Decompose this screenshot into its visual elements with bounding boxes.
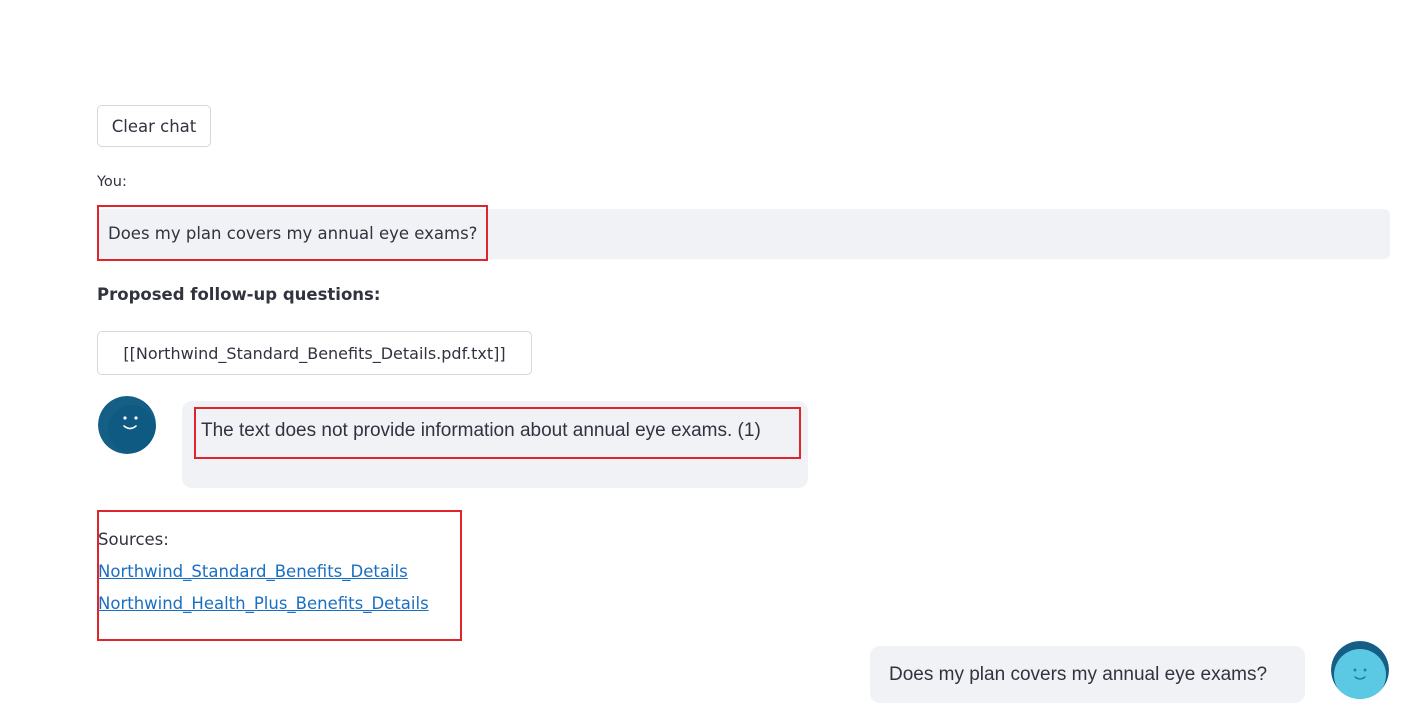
followup-questions-title: Proposed follow-up questions:: [97, 285, 381, 304]
bot-message-text: The text does not provide information ab…: [201, 420, 761, 441]
clear-chat-button[interactable]: Clear chat: [97, 105, 211, 147]
bot-message-bubble: [182, 401, 808, 488]
user-avatar-icon: [1331, 641, 1389, 699]
source-link-health-plus[interactable]: Northwind_Health_Plus_Benefits_Details: [98, 594, 429, 613]
bot-avatar-icon: [98, 396, 156, 454]
sources-label: Sources:: [98, 530, 169, 549]
followup-question-button[interactable]: [[Northwind_Standard_Benefits_Details.pd…: [97, 331, 532, 375]
user-message-right-text: Does my plan covers my annual eye exams?: [889, 664, 1268, 685]
you-label: You:: [97, 174, 127, 190]
source-link-standard[interactable]: Northwind_Standard_Benefits_Details: [98, 562, 408, 581]
chat-page: Clear chat You: Does my plan covers my a…: [0, 0, 1403, 726]
user-message-text: Does my plan covers my annual eye exams?: [108, 224, 478, 243]
